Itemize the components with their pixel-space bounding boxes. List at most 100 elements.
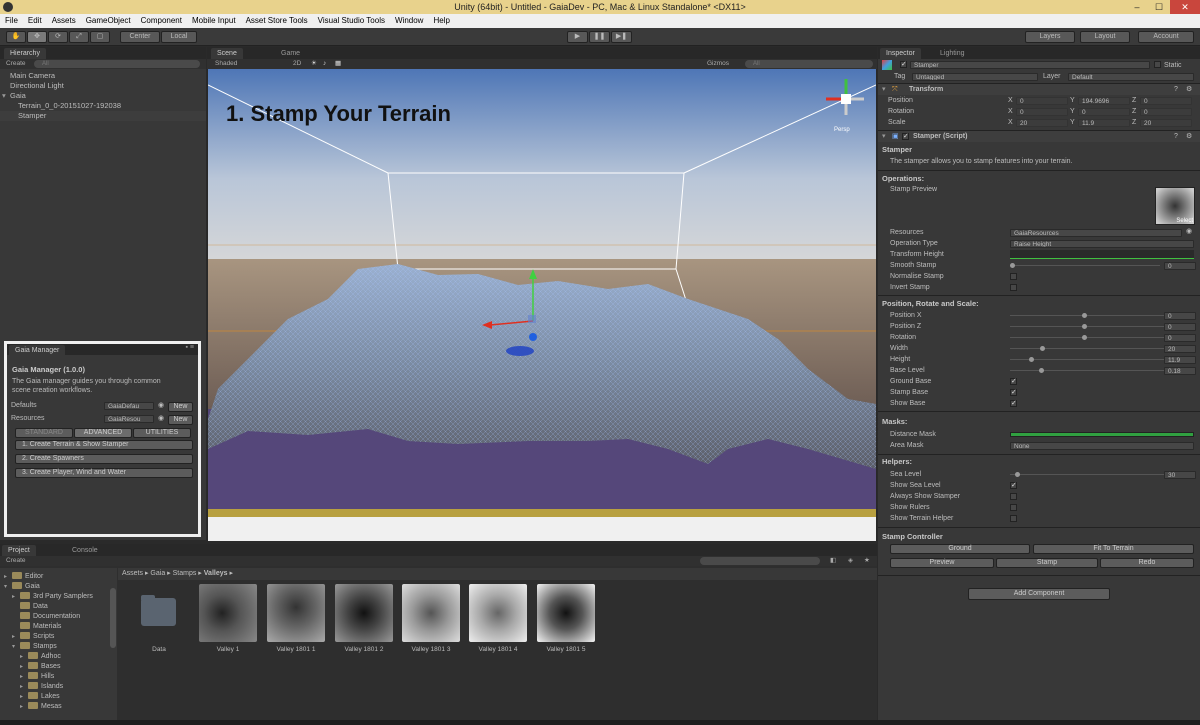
project-folder-item[interactable]: ▾ Stamps bbox=[0, 642, 117, 652]
defaults-picker-icon[interactable]: ◉ bbox=[158, 401, 164, 409]
lighting-toggle-icon[interactable]: ☀ bbox=[311, 59, 317, 69]
tab-advanced[interactable]: ADVANCED bbox=[74, 428, 132, 438]
ground-button[interactable]: Ground bbox=[890, 544, 1030, 554]
foldout-arrow-icon[interactable]: ▾ bbox=[4, 582, 12, 592]
minimize-button[interactable]: – bbox=[1126, 0, 1148, 14]
object-name-field[interactable]: Stamper bbox=[910, 61, 1150, 69]
move-tool-icon[interactable]: ✥ bbox=[27, 31, 47, 43]
filter-type-icon[interactable]: ◧ bbox=[830, 556, 836, 566]
tab-project[interactable]: Project bbox=[2, 545, 36, 556]
project-search-input[interactable] bbox=[700, 557, 820, 565]
defaults-new-button[interactable]: New bbox=[168, 402, 193, 412]
project-folder-item[interactable]: ▸ 3rd Party Samplers bbox=[0, 592, 117, 602]
account-dropdown[interactable]: Account bbox=[1138, 31, 1194, 43]
transform-rotation-y-field[interactable]: 0 bbox=[1078, 107, 1130, 116]
position-x-value[interactable]: 0 bbox=[1164, 311, 1196, 320]
favorite-icon[interactable]: ★ bbox=[864, 556, 870, 566]
show-terrain-helper-checkbox[interactable] bbox=[1010, 515, 1017, 522]
hierarchy-item[interactable]: Directional Light bbox=[0, 81, 206, 91]
height-value[interactable]: 11.9 bbox=[1164, 355, 1196, 364]
stamp-thumbnail[interactable] bbox=[469, 584, 527, 642]
width-value[interactable]: 20 bbox=[1164, 344, 1196, 353]
project-folder-item[interactable]: Data bbox=[0, 602, 117, 612]
project-folder-item[interactable]: Documentation bbox=[0, 612, 117, 622]
transform-settings-icon[interactable]: ⚙ bbox=[1186, 84, 1192, 95]
menu-edit[interactable]: Edit bbox=[23, 14, 47, 28]
hierarchy-item[interactable]: ▾ Gaia bbox=[0, 91, 206, 101]
show-base-checkbox[interactable]: ✓ bbox=[1010, 400, 1017, 407]
tab-console[interactable]: Console bbox=[66, 545, 104, 556]
audio-toggle-icon[interactable]: ♪ bbox=[323, 59, 326, 69]
stamper-resources-field[interactable]: GaiaResources bbox=[1010, 228, 1182, 237]
layer-dropdown[interactable]: Default bbox=[1068, 72, 1194, 81]
maximize-button[interactable]: ☐ bbox=[1148, 0, 1170, 14]
close-button[interactable]: ✕ bbox=[1170, 0, 1200, 14]
project-create-button[interactable]: Create bbox=[6, 556, 26, 566]
resources-new-button[interactable]: New bbox=[168, 415, 193, 425]
window-menu-icon[interactable]: ▪ ≡ bbox=[185, 344, 194, 351]
menu-gameobject[interactable]: GameObject bbox=[81, 14, 136, 28]
always-show-stamper-checkbox[interactable] bbox=[1010, 493, 1017, 500]
pivot-local-toggle[interactable]: Local bbox=[161, 31, 197, 43]
stamper-settings-icon[interactable]: ⚙ bbox=[1186, 131, 1192, 142]
hierarchy-item[interactable]: Stamper bbox=[0, 111, 206, 121]
menu-visual-studio-tools[interactable]: Visual Studio Tools bbox=[313, 14, 390, 28]
transform-rotation-x-field[interactable]: 0 bbox=[1016, 107, 1068, 116]
project-folder-item[interactable]: ▸ Adhoc bbox=[0, 652, 117, 662]
active-checkbox[interactable]: ✓ bbox=[900, 61, 907, 68]
menu-help[interactable]: Help bbox=[428, 14, 454, 28]
width-track[interactable] bbox=[1010, 348, 1176, 349]
breadcrumb-gaia[interactable]: Gaia bbox=[150, 570, 165, 577]
stamper-help-icon[interactable]: ? bbox=[1174, 131, 1178, 142]
position-x-track[interactable] bbox=[1010, 315, 1176, 316]
smooth-stamp-handle[interactable] bbox=[1010, 263, 1015, 268]
position-z-handle[interactable] bbox=[1082, 324, 1087, 329]
project-folder-item[interactable]: ▾ Gaia bbox=[0, 582, 117, 592]
effects-toggle-icon[interactable]: ▦ bbox=[335, 59, 341, 69]
tab-game[interactable]: Game bbox=[275, 48, 307, 59]
hierarchy-create-button[interactable]: Create bbox=[6, 59, 26, 69]
stamp-preview-image[interactable]: Select bbox=[1155, 187, 1195, 225]
filter-label-icon[interactable]: ◈ bbox=[848, 556, 853, 566]
folder-icon[interactable] bbox=[141, 598, 176, 626]
area-mask-dropdown[interactable]: None bbox=[1010, 441, 1194, 450]
normalise-stamp-checkbox[interactable] bbox=[1010, 273, 1017, 280]
stamp-thumbnail[interactable] bbox=[537, 584, 595, 642]
gizmos-dropdown[interactable]: Gizmos bbox=[707, 59, 729, 69]
fit-to-terrain-button[interactable]: Fit To Terrain bbox=[1033, 544, 1194, 554]
rotation-track[interactable] bbox=[1010, 337, 1176, 338]
scene-viewport[interactable]: 1. Stamp Your Terrain Persp bbox=[208, 69, 876, 541]
sea-level-track[interactable] bbox=[1010, 474, 1176, 475]
transform-rotation-z-field[interactable]: 0 bbox=[1140, 107, 1192, 116]
tab-inspector[interactable]: Inspector bbox=[880, 48, 921, 59]
resources-picker-icon[interactable]: ◉ bbox=[1186, 227, 1192, 235]
project-folder-item[interactable]: Materials bbox=[0, 622, 117, 632]
foldout-arrow-icon[interactable]: ▸ bbox=[4, 572, 12, 582]
transform-height-curve[interactable] bbox=[1010, 250, 1194, 259]
menu-assets[interactable]: Assets bbox=[47, 14, 81, 28]
rect-tool-icon[interactable]: ▢ bbox=[90, 31, 110, 43]
static-checkbox[interactable] bbox=[1154, 61, 1161, 68]
tab-standard[interactable]: STANDARD bbox=[15, 428, 73, 438]
foldout-arrow-icon[interactable]: ▾ bbox=[882, 131, 886, 142]
menu-mobile-input[interactable]: Mobile Input bbox=[187, 14, 241, 28]
transform-scale-x-field[interactable]: 20 bbox=[1016, 118, 1068, 127]
project-folder-item[interactable]: ▸ Lakes bbox=[0, 692, 117, 702]
position-z-value[interactable]: 0 bbox=[1164, 322, 1196, 331]
transform-scale-z-field[interactable]: 20 bbox=[1140, 118, 1192, 127]
breadcrumb-stamps[interactable]: Stamps bbox=[173, 570, 197, 577]
gizmo-center-icon[interactable] bbox=[528, 315, 536, 323]
foldout-arrow-icon[interactable]: ▸ bbox=[20, 662, 28, 672]
play-button[interactable]: ▶ bbox=[567, 31, 588, 43]
hierarchy-search-input[interactable]: All bbox=[34, 60, 200, 68]
defaults-object-field[interactable]: GaiaDefau bbox=[104, 402, 154, 410]
menu-component[interactable]: Component bbox=[136, 14, 187, 28]
layers-dropdown[interactable]: Layers bbox=[1025, 31, 1075, 43]
rotation-handle[interactable] bbox=[1082, 335, 1087, 340]
foldout-arrow-icon[interactable]: ▸ bbox=[20, 672, 28, 682]
transform-position-y-field[interactable]: 194.9696 bbox=[1078, 96, 1130, 105]
hierarchy-item[interactable]: Terrain_0_0-20151027-192038 bbox=[0, 101, 206, 111]
create-terrain-button[interactable]: 1. Create Terrain & Show Stamper bbox=[15, 440, 193, 450]
invert-stamp-checkbox[interactable] bbox=[1010, 284, 1017, 291]
redo-button[interactable]: Redo bbox=[1100, 558, 1194, 568]
